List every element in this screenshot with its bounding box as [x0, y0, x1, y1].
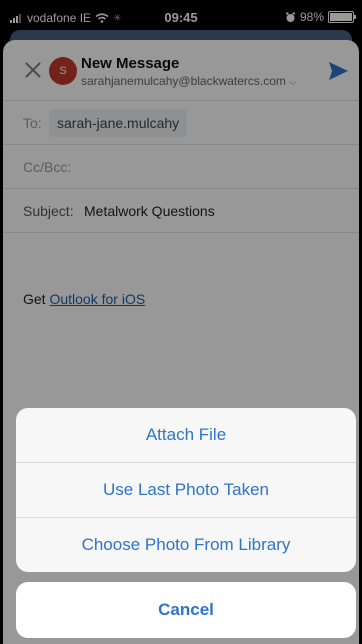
use-last-photo-button[interactable]: Use Last Photo Taken: [16, 463, 356, 518]
choose-photo-button[interactable]: Choose Photo From Library: [16, 518, 356, 572]
cancel-button[interactable]: Cancel: [16, 582, 356, 638]
attach-file-button[interactable]: Attach File: [16, 408, 356, 463]
attachment-action-sheet: Attach File Use Last Photo Taken Choose …: [16, 408, 356, 572]
